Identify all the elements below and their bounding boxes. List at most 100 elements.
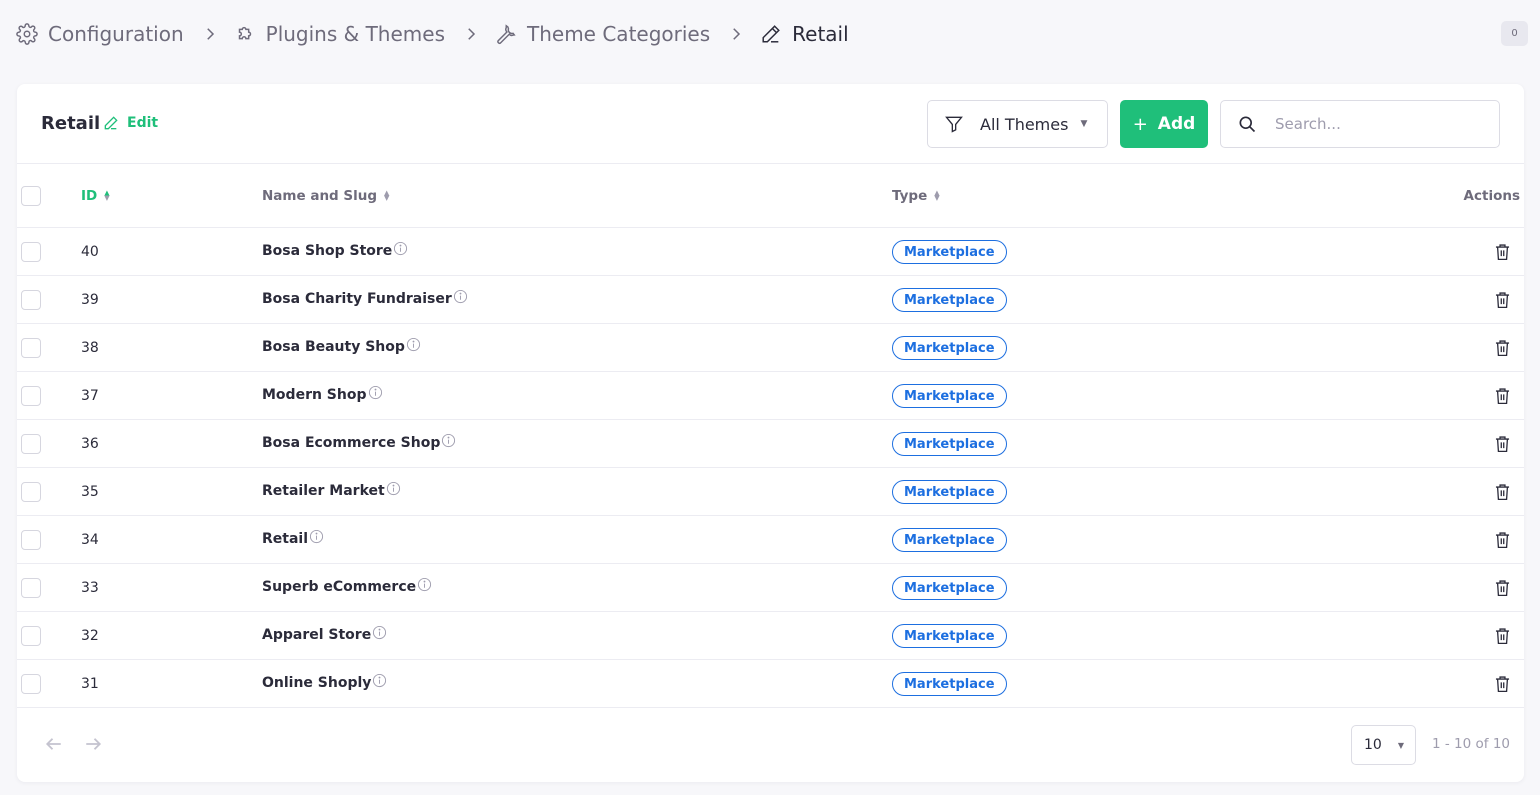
row-name[interactable]: Online Shoply	[262, 675, 371, 691]
breadcrumb-plugins-themes[interactable]: Plugins & Themes	[234, 22, 445, 46]
row-name[interactable]: Bosa Beauty Shop	[262, 339, 405, 355]
caret-down-icon: ▼	[1397, 740, 1404, 750]
row-id: 39	[81, 292, 99, 308]
table-row[interactable]: 37 Modern Shop Marketplace	[17, 372, 1524, 420]
page-title: Retail	[41, 113, 101, 134]
trash-icon[interactable]	[1494, 483, 1511, 501]
edit-button[interactable]: Edit	[103, 115, 158, 131]
row-name-cell: Bosa Beauty Shop	[262, 337, 421, 355]
info-icon[interactable]	[372, 625, 387, 640]
row-checkbox[interactable]	[21, 386, 41, 406]
column-header-type[interactable]: Type ▲ ▼	[892, 188, 940, 204]
trash-icon[interactable]	[1494, 435, 1511, 453]
trash-icon[interactable]	[1494, 339, 1511, 357]
info-icon[interactable]	[453, 289, 468, 304]
select-all-checkbox[interactable]	[21, 186, 41, 206]
info-icon[interactable]	[393, 241, 408, 256]
info-icon[interactable]	[417, 577, 432, 592]
row-name[interactable]: Bosa Ecommerce Shop	[262, 435, 440, 451]
row-name[interactable]: Bosa Charity Fundraiser	[262, 291, 452, 307]
puzzle-icon	[234, 23, 256, 45]
card-header: Retail Edit All Themes ▼ + Add	[17, 84, 1524, 164]
prev-page-icon[interactable]	[45, 736, 63, 752]
row-name-cell: Bosa Ecommerce Shop	[262, 433, 456, 451]
wrench-icon	[495, 23, 517, 45]
info-icon[interactable]	[372, 673, 387, 688]
row-checkbox[interactable]	[21, 482, 41, 502]
breadcrumb-theme-categories[interactable]: Theme Categories	[495, 22, 710, 46]
pagination-bar: 10 ▼ 1 - 10 of 10	[17, 708, 1524, 780]
trash-icon[interactable]	[1494, 387, 1511, 405]
row-name[interactable]: Bosa Shop Store	[262, 243, 392, 259]
table-row[interactable]: 40 Bosa Shop Store Marketplace	[17, 228, 1524, 276]
column-header-name[interactable]: Name and Slug ▲ ▼	[262, 188, 389, 204]
info-icon[interactable]	[406, 337, 421, 352]
breadcrumb-label: Retail	[792, 22, 849, 46]
trash-icon[interactable]	[1494, 291, 1511, 309]
table-header: ID ▲ ▼ Name and Slug ▲ ▼ Type ▲ ▼ Actions	[17, 164, 1524, 228]
row-id: 40	[81, 244, 99, 260]
row-name-cell: Online Shoply	[262, 673, 387, 691]
trash-icon[interactable]	[1494, 531, 1511, 549]
info-icon[interactable]	[368, 385, 383, 400]
breadcrumb: Configuration Plugins & Themes Theme Cat…	[16, 16, 849, 52]
row-name[interactable]: Retail	[262, 531, 308, 547]
table-row[interactable]: 32 Apparel Store Marketplace	[17, 612, 1524, 660]
table-row[interactable]: 34 Retail Marketplace	[17, 516, 1524, 564]
row-checkbox[interactable]	[21, 290, 41, 310]
table-row[interactable]: 31 Online Shoply Marketplace	[17, 660, 1524, 708]
type-badge: Marketplace	[892, 336, 1007, 360]
next-page-icon[interactable]	[84, 736, 102, 752]
table-row[interactable]: 38 Bosa Beauty Shop Marketplace	[17, 324, 1524, 372]
row-checkbox[interactable]	[21, 626, 41, 646]
table-row[interactable]: 33 Superb eCommerce Marketplace	[17, 564, 1524, 612]
edit-label: Edit	[127, 115, 159, 131]
table-row[interactable]: 36 Bosa Ecommerce Shop Marketplace	[17, 420, 1524, 468]
chevron-right-icon	[727, 25, 745, 43]
breadcrumb-configuration[interactable]: Configuration	[16, 22, 184, 46]
sort-icon: ▲ ▼	[384, 189, 390, 202]
type-badge: Marketplace	[892, 384, 1007, 408]
type-badge: Marketplace	[892, 576, 1007, 600]
plus-icon: +	[1132, 113, 1148, 135]
page-range-text: 1 - 10 of 10	[1432, 736, 1510, 752]
theme-filter-dropdown[interactable]: All Themes ▼	[927, 100, 1108, 148]
trash-icon[interactable]	[1494, 579, 1511, 597]
page-size-select[interactable]: 10 ▼	[1351, 725, 1416, 765]
add-label: Add	[1157, 114, 1196, 134]
row-name[interactable]: Modern Shop	[262, 387, 367, 403]
row-name-cell: Retailer Market	[262, 481, 401, 499]
add-button[interactable]: + Add	[1120, 100, 1208, 148]
column-header-id[interactable]: ID ▲ ▼	[81, 188, 110, 204]
row-checkbox[interactable]	[21, 338, 41, 358]
row-id: 36	[81, 436, 99, 452]
row-name[interactable]: Superb eCommerce	[262, 579, 416, 595]
pencil-icon	[103, 115, 119, 131]
row-checkbox[interactable]	[21, 242, 41, 262]
search-input[interactable]	[1275, 115, 1485, 133]
row-name-cell: Bosa Charity Fundraiser	[262, 289, 468, 307]
table-row[interactable]: 39 Bosa Charity Fundraiser Marketplace	[17, 276, 1524, 324]
type-badge: Marketplace	[892, 672, 1007, 696]
notification-badge[interactable]: 0	[1501, 21, 1528, 46]
chevron-right-icon	[462, 25, 480, 43]
row-name[interactable]: Retailer Market	[262, 483, 385, 499]
gear-icon	[16, 23, 38, 45]
type-badge: Marketplace	[892, 480, 1007, 504]
table-row[interactable]: 35 Retailer Market Marketplace	[17, 468, 1524, 516]
info-icon[interactable]	[441, 433, 456, 448]
info-icon[interactable]	[309, 529, 324, 544]
row-id: 38	[81, 340, 99, 356]
column-label: ID	[81, 188, 98, 204]
row-checkbox[interactable]	[21, 578, 41, 598]
row-checkbox[interactable]	[21, 434, 41, 454]
trash-icon[interactable]	[1494, 243, 1511, 261]
column-label: Actions	[1463, 188, 1520, 204]
row-name[interactable]: Apparel Store	[262, 627, 371, 643]
row-checkbox[interactable]	[21, 674, 41, 694]
row-checkbox[interactable]	[21, 530, 41, 550]
info-icon[interactable]	[386, 481, 401, 496]
trash-icon[interactable]	[1494, 627, 1511, 645]
column-header-actions: Actions	[1464, 188, 1520, 204]
trash-icon[interactable]	[1494, 675, 1511, 693]
